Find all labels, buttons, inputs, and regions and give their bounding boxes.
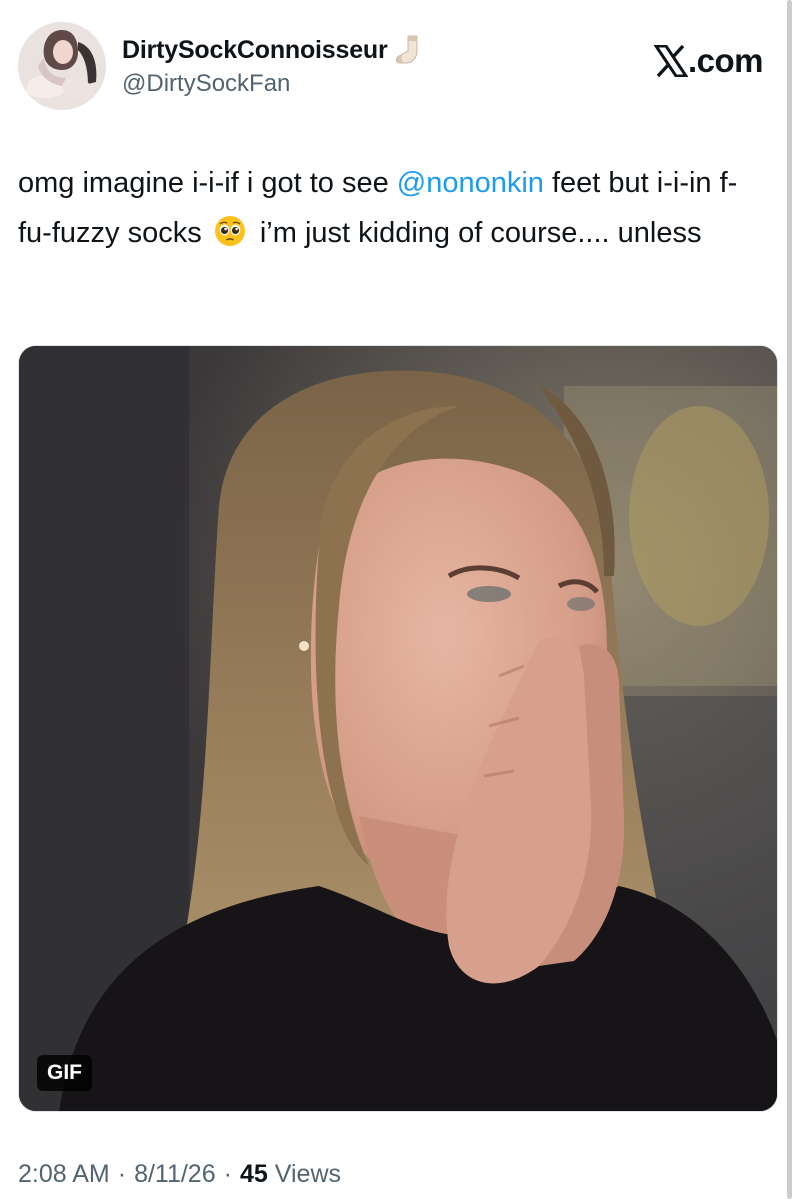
mention-link[interactable]: @nononkin [397, 167, 544, 199]
avatar-image [18, 22, 106, 110]
author-info: DirtySockConnoisseur @DirtySockFan [122, 32, 425, 98]
meta-separator: · [223, 1160, 232, 1188]
gif-frame-image [19, 346, 777, 1111]
meta-separator: · [117, 1160, 127, 1188]
tweet-meta: 2:08 AM · 8/11/26 · 45 Views [18, 1160, 341, 1189]
tweet-text-part: omg imagine i-i-if i got to see [18, 167, 397, 199]
tweet-date[interactable]: 8/11/26 [134, 1160, 216, 1189]
views-label[interactable]: Views [275, 1160, 341, 1189]
pleading-face-icon [214, 213, 246, 246]
tweet-screenshot: DirtySockConnoisseur @DirtySockFan .com … [0, 0, 795, 1199]
x-logo-icon [653, 44, 689, 78]
brand-text: .com [687, 42, 764, 79]
sock-icon [391, 33, 425, 67]
avatar[interactable] [18, 22, 106, 110]
tweet-time[interactable]: 2:08 AM [18, 1160, 110, 1189]
tweet-text-part: i’m just kidding of course.... unless [251, 217, 702, 249]
views-count[interactable]: 45 [240, 1160, 268, 1189]
display-name[interactable]: DirtySockConnoisseur [122, 36, 388, 65]
tweet-media-gif[interactable]: GIF [18, 345, 778, 1112]
tweet-header: DirtySockConnoisseur @DirtySockFan .com [18, 22, 764, 114]
display-name-row[interactable]: DirtySockConnoisseur [122, 32, 425, 68]
brand: .com [653, 40, 764, 80]
scrollbar[interactable] [787, 0, 792, 1199]
handle[interactable]: @DirtySockFan [122, 70, 425, 98]
gif-badge[interactable]: GIF [37, 1055, 92, 1091]
tweet-text: omg imagine i-i-if i got to see @nononki… [18, 158, 768, 258]
